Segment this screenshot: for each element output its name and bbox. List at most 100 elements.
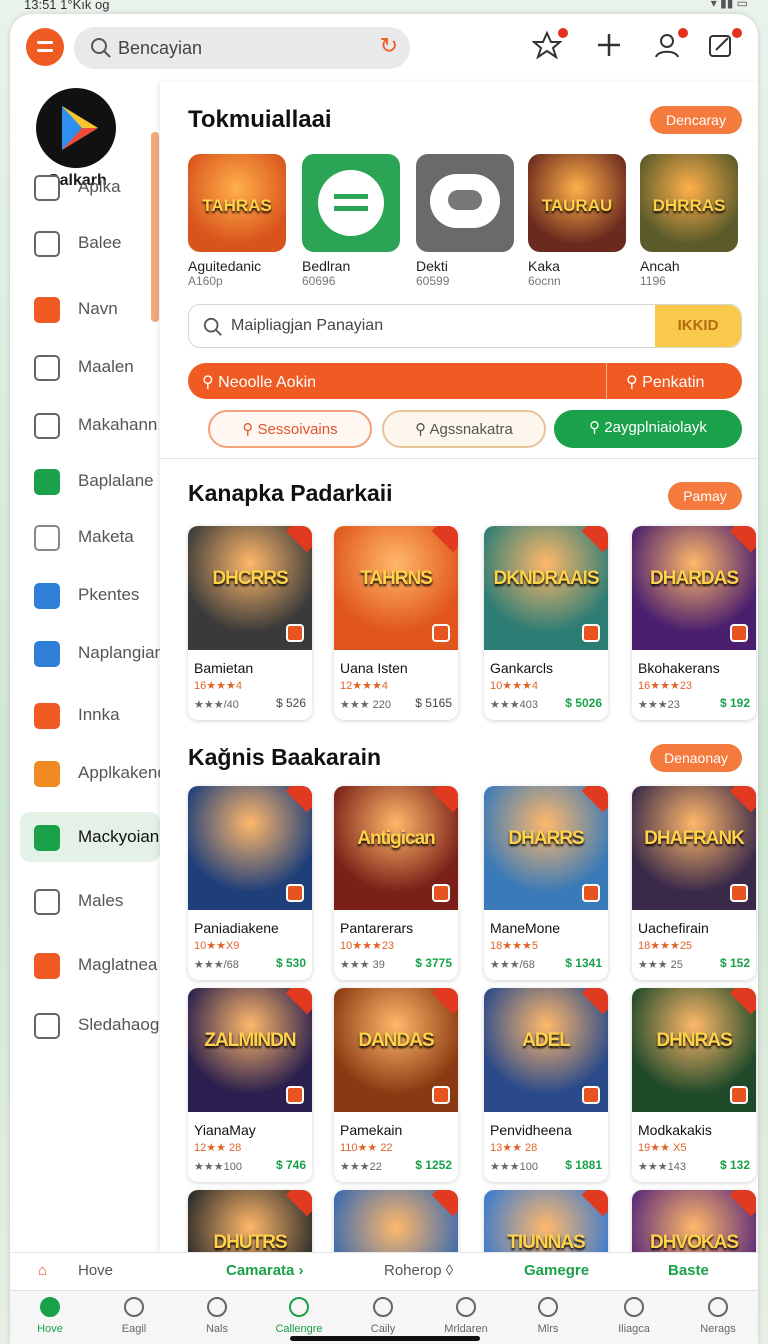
subnav-home[interactable]: Hove — [78, 1262, 113, 1279]
sidebar-item-label: Makahann — [78, 415, 158, 434]
sidebar-item-maglatnea-t[interactable]: Maglatnea t — [20, 940, 167, 990]
featured-more-button[interactable]: Dencaray — [650, 106, 742, 134]
game-card[interactable]: DHNRAS Modkakakis 19★★ X5 ★★★143 $ 132 — [632, 988, 756, 1182]
subnav-camarata[interactable]: Camarata › — [226, 1262, 304, 1279]
game-thumbnail: DHARDAS — [632, 526, 756, 650]
home-icon[interactable]: ⌂ — [38, 1262, 47, 1279]
bottom-nav-hove[interactable]: Hove — [10, 1295, 90, 1335]
game-card[interactable]: DHUTRS — [188, 1190, 312, 1252]
game-thumbnail: TIUNNAS — [484, 1190, 608, 1252]
refresh-icon[interactable]: ↻ — [380, 33, 398, 59]
game-card[interactable]: DHAFRANK Uachefirain 18★★★25 ★★★ 25 $ 152 — [632, 786, 756, 980]
game-thumbnail-title: ADEL — [522, 1030, 571, 1051]
game-thumbnail-title: ZALMINDN — [204, 1030, 296, 1051]
game-name: Uana Isten — [340, 660, 408, 676]
chip-agssnakatra[interactable]: ⚲ Agssnakatra — [382, 410, 546, 448]
game-price: $ 526 — [275, 696, 306, 710]
game-price: $ 152 — [719, 956, 750, 970]
sidebar-item-sledahaoga-[interactable]: Sledahaoga: — [20, 1000, 173, 1050]
sidebar-item-navn[interactable]: Navn — [20, 284, 160, 334]
home-icon — [34, 231, 60, 257]
game-thumbnail: DHNRAS — [632, 988, 756, 1112]
sidebar-item-innka[interactable]: Innka — [20, 690, 160, 740]
featured-app[interactable]: TAHRAS Aguitedanic A160p — [188, 154, 288, 304]
app-logo[interactable] — [36, 88, 116, 168]
game-thumbnail-title: DHCRRS — [212, 568, 288, 589]
sidebar-item-makahann[interactable]: Makahann — [20, 400, 160, 450]
game-card[interactable]: TAHRNS Uana Isten 12★★★4 ★★★ 220 $ 5165 — [334, 526, 458, 720]
game-name: Bamietan — [194, 660, 254, 676]
search-icon — [203, 317, 222, 336]
app-subtitle: 60696 — [302, 274, 336, 288]
sidebar-item-maalen[interactable]: Maalen — [20, 342, 160, 392]
game-card[interactable]: Paniadiakene 10★★X9 ★★★/68 $ 530 — [188, 786, 312, 980]
action-right-label: Penkatin — [642, 374, 705, 391]
sidebar-item-naplangian[interactable]: Naplangian — [20, 628, 164, 678]
game-stats: ★★★100 — [194, 1161, 242, 1173]
sidebar-item-pkentes[interactable]: Pkentes — [20, 570, 160, 620]
bottom-nav-mlrs[interactable]: Mlrs — [508, 1295, 588, 1335]
featured-app[interactable]: Bedlran 60696 — [302, 154, 402, 304]
game-card[interactable]: DANDAS Pamekain 110★★ 22 ★★★22 $ 1252 — [334, 988, 458, 1182]
sidebar-item-mackyoiand[interactable]: Mackyoiand — [20, 812, 169, 862]
subnav-roherop[interactable]: Roherop ◊ — [384, 1262, 453, 1279]
chip-2aygplniaiolayk[interactable]: ⚲ 2aygplniaiolayk — [554, 410, 742, 448]
game-rating: 18★★★25 — [638, 940, 693, 952]
sidebar-item-applkakend[interactable]: Applkakend — [20, 748, 167, 798]
star-icon[interactable] — [531, 26, 570, 64]
game-thumbnail: Antigican — [334, 786, 458, 910]
game-stats: ★★★ 39 — [340, 959, 385, 971]
game-price: $ 5165 — [415, 696, 452, 710]
game-card[interactable]: Antigican Pantarerars 10★★★23 ★★★ 39 $ 3775 — [334, 786, 458, 980]
bottom-nav-callengre[interactable]: Callengre — [259, 1295, 339, 1335]
game-card[interactable]: DHARDAS Bkohakerans 16★★★23 ★★★23 $ 192 — [632, 526, 756, 720]
bottom-nav-caily[interactable]: Caily — [343, 1295, 423, 1335]
featured-app[interactable]: DHRRAS Ancah 1196 — [640, 154, 740, 304]
game-card[interactable]: DHVOKAS — [632, 1190, 756, 1252]
app-subtitle: A160p — [188, 274, 223, 288]
section2-more-button[interactable]: Pamay — [668, 482, 742, 510]
game-card[interactable]: DHARRS ManeMone 18★★★5 ★★★/68 $ 1341 — [484, 786, 608, 980]
app-thumbnail: TAURAU — [528, 154, 626, 252]
bottom-nav-nals[interactable]: Nals — [177, 1295, 257, 1335]
game-stats: ★★★/68 — [194, 959, 239, 971]
game-card[interactable] — [334, 1190, 458, 1252]
bottom-nav-nerags[interactable]: Nerags — [678, 1295, 758, 1335]
featured-app[interactable]: Dekti 60599 — [416, 154, 516, 304]
plus-icon[interactable] — [594, 30, 628, 64]
sidebar-item-label: Maalen — [78, 357, 134, 376]
game-price: $ 530 — [275, 956, 306, 970]
sidebar-item-baplalane[interactable]: Baplalane — [20, 456, 160, 506]
subnav-baste[interactable]: Baste — [668, 1262, 709, 1279]
bottom-nav-label: Hove — [37, 1323, 63, 1335]
subnav-gamegre[interactable]: Gamegre — [524, 1262, 589, 1279]
home-indicator[interactable] — [290, 1336, 480, 1341]
action-right-button[interactable]: ⚲ Penkatin — [626, 372, 704, 392]
sidebar-item-balee[interactable]: Balee — [20, 218, 160, 268]
action-left-button[interactable]: ⚲ Neoolle Aokin — [202, 372, 316, 392]
edit-icon[interactable] — [706, 26, 744, 64]
secondary-search-input[interactable]: Maipliagjan Panayian IKKID — [188, 304, 742, 348]
sidebar-item-aplka[interactable]: Aplka — [20, 162, 160, 212]
section3-more-button[interactable]: Denaonay — [650, 744, 742, 772]
people-icon[interactable] — [652, 26, 690, 64]
search-input[interactable]: Bencayian ↻ — [74, 27, 410, 69]
game-rating: 18★★★5 — [490, 940, 538, 952]
featured-app[interactable]: TAURAU Kaka 6ocnn — [528, 154, 628, 304]
game-card[interactable]: DKNDRAAIS Gankarcls 10★★★4 ★★★403 $ 5026 — [484, 526, 608, 720]
search-submit-button[interactable]: IKKID — [655, 305, 741, 347]
sidebar-item-maketa[interactable]: Maketa — [20, 512, 160, 562]
bottom-nav-mrldaren[interactable]: Mrldaren — [426, 1295, 506, 1335]
ribbon-badge — [431, 1190, 458, 1217]
ribbon-badge — [581, 988, 608, 1015]
game-card[interactable]: ADEL Penvidheena 13★★ 28 ★★★100 $ 1881 — [484, 988, 608, 1182]
bottom-nav-eagil[interactable]: Eagil — [94, 1295, 174, 1335]
game-card[interactable]: TIUNNAS — [484, 1190, 608, 1252]
game-card[interactable]: ZALMINDN YianaMay 12★★ 28 ★★★100 $ 746 — [188, 988, 312, 1182]
status-bar: 13:51 1°Kık og ▾ ▮▮ ▭ — [0, 0, 768, 14]
bottom-nav-iliagca[interactable]: Iliagca — [594, 1295, 674, 1335]
sidebar-item-males[interactable]: Males — [20, 876, 160, 926]
game-card[interactable]: DHCRRS Bamietan 16★★★4 ★★★/40 $ 526 — [188, 526, 312, 720]
chip-sessoivains[interactable]: ⚲ Sessoivains — [208, 410, 372, 448]
menu-button[interactable] — [26, 28, 64, 66]
